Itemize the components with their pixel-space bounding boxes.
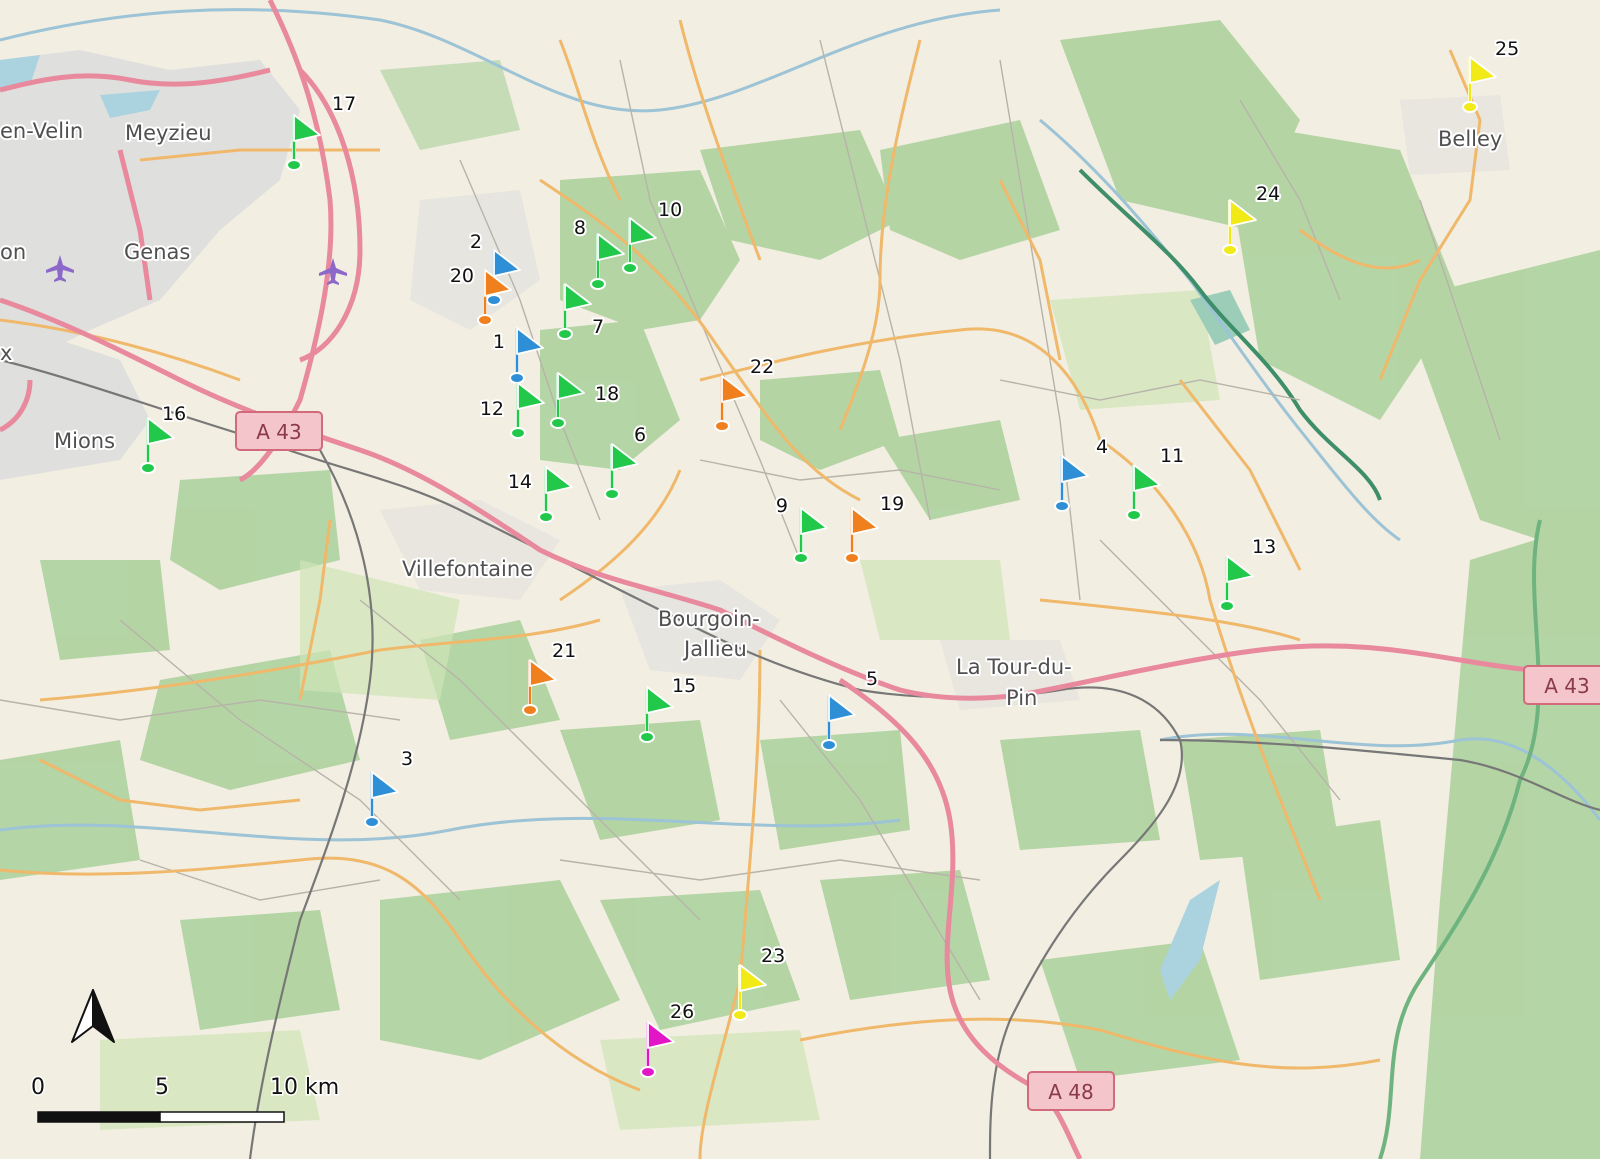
flag-label: 4 <box>1096 436 1108 458</box>
road-shield-a43-west: A 43 <box>235 411 323 451</box>
flag-label: 7 <box>592 316 604 338</box>
flag-base <box>821 739 837 751</box>
flag-base <box>640 1066 656 1078</box>
scale-tick-0: 0 <box>31 1075 45 1100</box>
flag-label: 6 <box>634 424 646 446</box>
scale-tick-5: 5 <box>155 1075 169 1100</box>
flag-base <box>604 488 620 500</box>
flag-base <box>140 462 156 474</box>
flag-base <box>477 314 493 326</box>
flag-label: 26 <box>670 1001 694 1023</box>
flag-base <box>509 372 525 384</box>
flag-base <box>1126 509 1142 521</box>
svg-text:A 43: A 43 <box>256 420 302 444</box>
place-label-vaulx: en-Velin <box>0 119 83 143</box>
flag-base <box>364 816 380 828</box>
flag-label: 1 <box>493 331 505 353</box>
flag-label: 23 <box>761 945 785 967</box>
map-view[interactable]: en-Velin Meyzieu Genas on x Mions Villef… <box>0 0 1600 1159</box>
road-shield-a43-east: A 43 <box>1523 665 1600 705</box>
place-label-x: x <box>0 341 12 365</box>
map-canvas[interactable]: en-Velin Meyzieu Genas on x Mions Villef… <box>0 0 1600 1159</box>
flag-label: 11 <box>1160 445 1184 467</box>
flag-base <box>1462 101 1478 113</box>
flag-label: 20 <box>450 265 474 287</box>
flag-base <box>1054 500 1070 512</box>
flag-label: 18 <box>595 383 619 405</box>
flag-base <box>510 427 526 439</box>
flag-base <box>793 552 809 564</box>
flag-base <box>286 159 302 171</box>
flag-label: 25 <box>1495 38 1519 60</box>
flag-base <box>550 417 566 429</box>
flag-base <box>622 262 638 274</box>
svg-text:A 48: A 48 <box>1048 1080 1094 1104</box>
flag-label: 14 <box>508 471 532 493</box>
flag-base <box>486 294 502 306</box>
flag-base <box>1222 244 1238 256</box>
place-label-pin: Pin <box>1006 686 1037 710</box>
flag-base <box>522 704 538 716</box>
flag-base <box>538 511 554 523</box>
flag-label: 21 <box>552 640 576 662</box>
place-label-bourgoin: Bourgoin- <box>658 607 760 631</box>
flag-base <box>714 420 730 432</box>
svg-text:A 43: A 43 <box>1544 674 1590 698</box>
flag-label: 19 <box>880 493 904 515</box>
place-label-genas: Genas <box>124 240 190 264</box>
flag-label: 15 <box>672 675 696 697</box>
scale-bar-segment-light <box>159 1111 285 1123</box>
scale-bar-segment-dark <box>37 1111 161 1123</box>
flag-label: 17 <box>332 93 356 115</box>
scale-tick-10: 10 km <box>270 1075 339 1100</box>
flag-label: 2 <box>470 231 482 253</box>
flag-label: 9 <box>776 495 788 517</box>
place-label-meyzieu: Meyzieu <box>125 121 212 145</box>
flag-base <box>557 328 573 340</box>
flag-label: 24 <box>1256 183 1280 205</box>
flag-base <box>590 278 606 290</box>
place-label-belley: Belley <box>1438 127 1502 151</box>
road-shield-a48: A 48 <box>1027 1071 1115 1111</box>
place-label-villefontaine: Villefontaine <box>402 557 533 581</box>
flag-label: 22 <box>750 356 774 378</box>
place-label-jallieu: Jallieu <box>682 637 747 661</box>
place-label-mions: Mions <box>54 429 115 453</box>
flag-base <box>639 731 655 743</box>
place-label-lyon: on <box>0 240 26 264</box>
flag-label: 12 <box>480 398 504 420</box>
place-label-latour: La Tour-du- <box>956 655 1072 679</box>
flag-label: 13 <box>1252 536 1276 558</box>
flag-label: 16 <box>162 403 186 425</box>
flag-label: 5 <box>866 668 878 690</box>
flag-label: 10 <box>658 199 682 221</box>
flag-base <box>732 1009 748 1021</box>
flag-label: 8 <box>574 217 586 239</box>
flag-label: 3 <box>401 748 413 770</box>
flag-base <box>844 552 860 564</box>
flag-base <box>1219 600 1235 612</box>
